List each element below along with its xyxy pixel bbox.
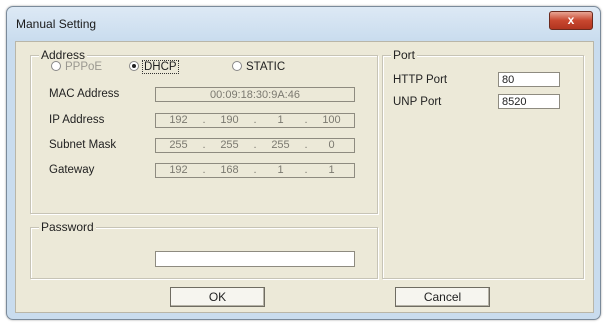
port-legend: Port xyxy=(391,48,418,62)
subnet-mask-field: 255. 255. 255. 0 xyxy=(155,138,355,153)
mac-label: MAC Address xyxy=(49,88,120,100)
address-group: Address PPPoE DHCP STATIC MAC Address 00… xyxy=(30,48,378,214)
radio-dhcp[interactable]: DHCP xyxy=(129,60,179,74)
unp-port-input[interactable]: 8520 xyxy=(498,94,560,109)
http-port-input[interactable]: 80 xyxy=(498,72,560,87)
http-port-label: HTTP Port xyxy=(393,74,448,86)
manual-setting-dialog: Manual Setting x Address PPPoE DHCP STAT… xyxy=(6,6,601,320)
radio-static-indicator xyxy=(232,61,242,71)
subnet-mask-label: Subnet Mask xyxy=(49,139,117,151)
ip-label: IP Address xyxy=(49,114,105,126)
password-input[interactable] xyxy=(155,251,355,267)
dialog-title: Manual Setting xyxy=(16,17,97,31)
port-group: Port HTTP Port 80 UNP Port 8520 xyxy=(382,48,584,279)
password-group: Password xyxy=(30,220,378,279)
gateway-field: 192. 168. 1. 1 xyxy=(155,163,355,178)
ip-field: 192. 190. 1. 100 xyxy=(155,113,355,128)
cancel-button[interactable]: Cancel xyxy=(395,287,490,307)
address-legend: Address xyxy=(39,48,88,62)
close-button[interactable]: x xyxy=(549,11,593,30)
radio-static[interactable]: STATIC xyxy=(232,61,285,73)
ok-button[interactable]: OK xyxy=(170,287,265,307)
password-legend: Password xyxy=(39,220,96,234)
gateway-label: Gateway xyxy=(49,164,95,176)
radio-dhcp-indicator xyxy=(129,61,139,71)
radio-pppoe[interactable]: PPPoE xyxy=(51,61,102,73)
unp-port-label: UNP Port xyxy=(393,96,442,108)
radio-pppoe-indicator xyxy=(51,61,61,71)
mac-field: 00:09:18:30:9A:46 xyxy=(155,87,355,102)
dialog-body: Address PPPoE DHCP STATIC MAC Address 00… xyxy=(15,41,594,313)
